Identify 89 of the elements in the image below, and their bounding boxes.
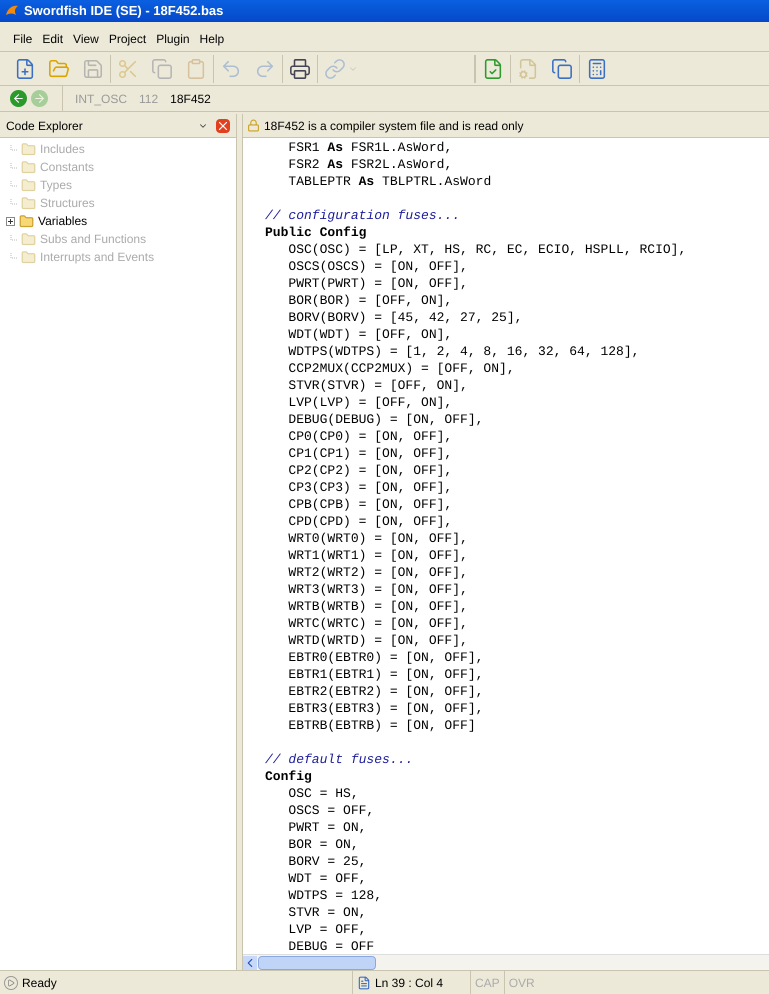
code-line: EBTR2(EBTR2) = [ON, OFF], [287,684,484,699]
code-line: WRT1(WRT1) = [ON, OFF], [287,548,468,563]
code-line: WRT0(WRT0) = [ON, OFF], [287,531,468,546]
tree-item[interactable]: Variables [0,212,236,230]
code-line: PWRT = ON, [287,820,366,835]
code-line: BORV(BORV) = [45, 42, 27, 25], [287,310,522,325]
menu-item[interactable]: Project [104,30,152,48]
code-line: LVP = OFF, [287,922,366,937]
code-line: EBTR1(EBTR1) = [ON, OFF], [287,667,484,682]
folder-icon [19,214,34,228]
code-line: OSCS(OSCS) = [ON, OFF], [287,259,468,274]
code-line: WRTB(WRTB) = [ON, OFF], [287,599,468,614]
code-line: WDTPS = 128, [287,888,382,903]
code-line: WRTD(WRTD) = [ON, OFF], [287,633,468,648]
document-icon [357,976,371,990]
code-line: WRTC(WRTC) = [ON, OFF], [287,616,468,631]
code-line: CP0(CP0) = [ON, OFF], [287,429,452,444]
code-line: DEBUG = OFF [287,939,374,954]
window-title: Swordfish IDE (SE) - 18F452.bas [24,2,224,20]
code-line: FSR1 As FSR1L.AsWord, [287,140,452,155]
folder-icon [21,250,36,264]
folder-icon [21,142,36,156]
back-button[interactable] [8,90,29,107]
new-file-icon [14,58,36,80]
document-check-icon [482,58,504,80]
code-line: OSCS = OFF, [287,803,374,818]
code-line: WDT = OFF, [287,871,366,886]
code-line: // default fuses... [265,752,414,767]
menu-item[interactable]: View [68,30,104,48]
code-line: CCP2MUX(CCP2MUX) = [OFF, ON], [287,361,515,376]
document-gear-icon [517,58,539,80]
scrollbar-thumb[interactable] [258,956,376,970]
code-line: WDT(WDT) = [OFF, ON], [287,327,452,342]
save-icon [82,58,104,80]
code-line: FSR2 As FSR2L.AsWord, [287,157,452,172]
key-indicator: CAP [470,971,504,994]
menu-item[interactable]: File [8,30,38,48]
code-line: STVR(STVR) = [OFF, ON], [287,378,468,393]
link-icon [324,58,346,80]
menu-item[interactable]: Edit [37,30,68,48]
copy-icon [151,58,173,80]
code-line: DEBUG(DEBUG) = [ON, OFF], [287,412,484,427]
code-line: OSC = HS, [287,786,359,801]
code-line: PWRT(PWRT) = [ON, OFF], [287,276,468,291]
code-line: EBTR0(EBTR0) = [ON, OFF], [287,650,484,665]
lock-icon [247,119,260,132]
menu-item[interactable]: Help [194,30,230,48]
code-line: BOR = ON, [287,837,359,852]
code-line: Config [265,769,312,784]
code-line: CP2(CP2) = [ON, OFF], [287,463,452,478]
code-editor[interactable] [243,138,769,954]
code-line: BORV = 25, [287,854,366,869]
code-line: WRT2(WRT2) = [ON, OFF], [287,565,468,580]
cursor-position: Ln 39 : Col 4 [375,974,444,992]
code-line: CP3(CP3) = [ON, OFF], [287,480,452,495]
code-line: CP1(CP1) = [ON, OFF], [287,446,452,461]
calculator-icon [586,58,608,80]
folder-icon [21,232,36,246]
breadcrumb-item[interactable]: 18F452 [170,90,211,108]
code-line: Public Config [265,225,366,240]
key-indicator: OVR [504,971,539,994]
code-line: LVP(LVP) = [OFF, ON], [287,395,452,410]
windows-icon [551,58,573,80]
printer-icon [289,58,311,80]
folder-icon [21,196,36,210]
clipboard-icon [185,58,207,80]
expand-icon[interactable] [6,216,15,226]
horizontal-scrollbar[interactable] [243,954,769,970]
code-line: CPD(CPD) = [ON, OFF], [287,514,452,529]
code-line: BOR(BOR) = [OFF, ON], [287,293,452,308]
folder-icon [21,178,36,192]
status-icon [4,976,18,990]
menu-item[interactable]: Plugin [151,30,195,48]
status-message: Ready [22,974,57,992]
scroll-left-icon[interactable] [243,956,257,970]
code-line: CPB(CPB) = [ON, OFF], [287,497,452,512]
code-line: EBTRB(EBTRB) = [ON, OFF] [287,718,476,733]
folder-icon [21,160,36,174]
code-line: TABLEPTR As TBLPTRL.AsWord [287,174,492,189]
code-line: WDTPS(WDTPS) = [1, 2, 4, 8, 16, 32, 64, 128], [287,344,640,359]
code-line: WRT3(WRT3) = [ON, OFF], [287,582,468,597]
close-icon[interactable] [216,118,230,132]
scissors-icon [117,58,139,80]
code-line: OSC(OSC) = [LP, XT, HS, RC, EC, ECIO, HSPLL, RCIO], [287,242,686,257]
code-line: EBTR3(EBTR3) = [ON, OFF], [287,701,484,716]
panel-title: Code Explorer [6,118,84,134]
open-folder-icon [48,58,70,80]
code-line: STVR = ON, [287,905,366,920]
code-line: // configuration fuses... [265,208,460,223]
